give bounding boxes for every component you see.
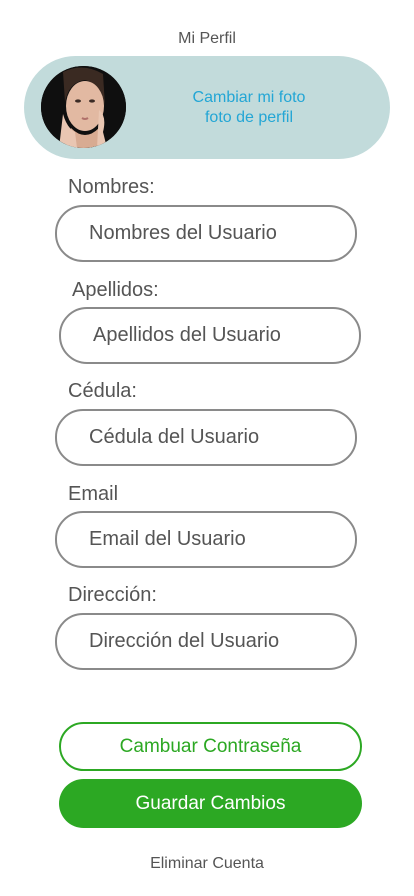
surnames-input[interactable] xyxy=(59,307,361,364)
profile-card: Cambiar mi foto foto de perfil xyxy=(24,56,390,159)
change-password-button[interactable]: Cambuar Contraseña xyxy=(59,722,362,771)
delete-account-link[interactable]: Eliminar Cuenta xyxy=(0,855,414,873)
page-title: Mi Perfil xyxy=(178,30,236,47)
id-number-label: Cédula: xyxy=(68,380,137,402)
avatar[interactable] xyxy=(41,66,126,148)
change-photo-line1: Cambiar mi foto xyxy=(192,89,306,106)
change-photo-line2: foto de perfil xyxy=(204,109,294,126)
profile-photo-icon xyxy=(41,66,126,148)
surnames-label: Apellidos: xyxy=(72,279,159,301)
address-input[interactable] xyxy=(55,613,357,670)
save-changes-button[interactable]: Guardar Cambios xyxy=(59,779,362,828)
address-label: Dirección: xyxy=(68,584,157,606)
email-input[interactable] xyxy=(55,511,357,568)
id-number-input[interactable] xyxy=(55,409,357,466)
change-photo-link[interactable]: Cambiar mi foto foto de perfil xyxy=(154,88,344,128)
email-label: Email xyxy=(68,483,119,505)
names-input[interactable] xyxy=(55,205,357,262)
names-label: Nombres: xyxy=(68,176,155,198)
